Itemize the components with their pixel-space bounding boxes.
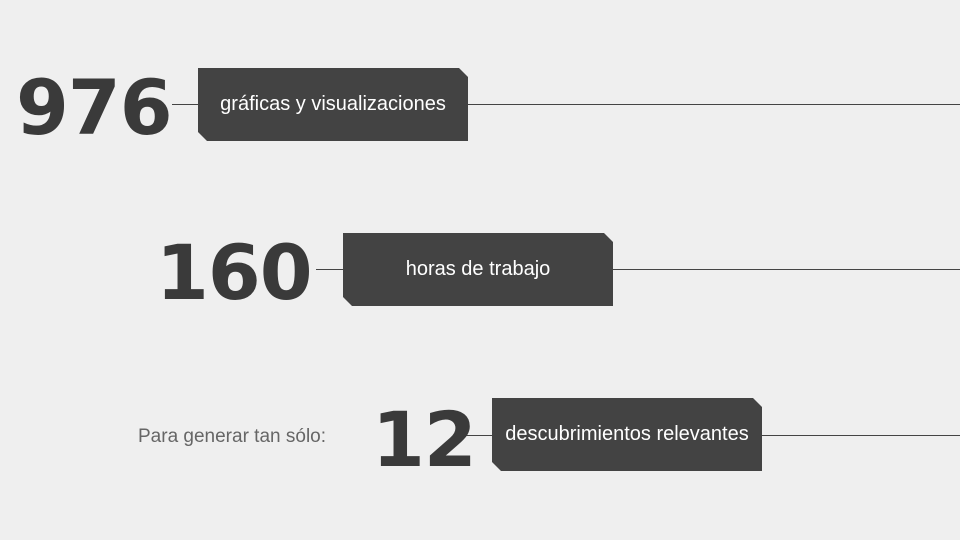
stat-label-box-1: gráficas y visualizaciones xyxy=(198,68,468,141)
slide: 976 gráficas y visualizaciones 160 horas… xyxy=(0,0,960,540)
stat-label-box-2: horas de trabajo xyxy=(343,233,613,306)
stat-label-3: descubrimientos relevantes xyxy=(505,423,749,445)
stat-label-box-3: descubrimientos relevantes xyxy=(492,398,762,471)
stat-label-2: horas de trabajo xyxy=(405,258,551,280)
stat-label-1: gráficas y visualizaciones xyxy=(220,93,446,115)
stat-number-2: 160 xyxy=(156,228,313,317)
stat-number-3: 12 xyxy=(372,395,477,484)
prefix-text: Para generar tan sólo: xyxy=(138,426,327,447)
stat-number-1: 976 xyxy=(16,63,173,152)
